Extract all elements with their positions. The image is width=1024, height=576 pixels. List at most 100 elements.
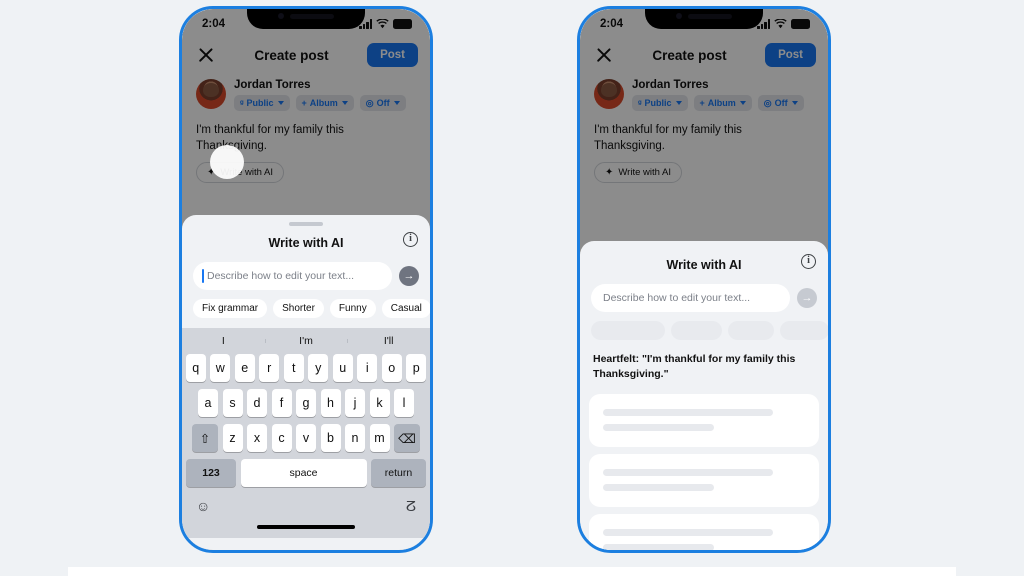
- quick-chip-shorter[interactable]: Shorter: [273, 299, 324, 318]
- numbers-key[interactable]: 123: [186, 459, 236, 487]
- audience-pill-public[interactable]: ᵍ Public: [632, 95, 688, 111]
- author-name: Jordan Torres: [234, 79, 311, 91]
- key-e[interactable]: e: [234, 354, 255, 382]
- audience-pill-label: Public: [644, 98, 672, 108]
- avatar[interactable]: [196, 79, 226, 109]
- write-with-ai-chip[interactable]: ✦ Write with AI: [594, 162, 683, 184]
- battery-icon: [393, 19, 412, 29]
- status-indicators: [359, 19, 412, 29]
- skeleton-bar: [603, 423, 715, 431]
- key-j[interactable]: j: [345, 389, 365, 417]
- key-g[interactable]: g: [296, 389, 316, 417]
- front-camera-icon: [676, 13, 682, 19]
- key-k[interactable]: k: [369, 389, 390, 417]
- write-with-ai-label: Write with AI: [618, 167, 672, 179]
- author-name: Jordan Torres: [632, 79, 709, 91]
- ai-prompt-input[interactable]: Describe how to edit your text...: [591, 284, 790, 312]
- key-t[interactable]: t: [283, 354, 304, 382]
- keyboard-bottom-bar: ☺ ⵒ: [182, 492, 430, 518]
- front-camera-icon: [278, 13, 284, 19]
- emoji-icon[interactable]: ☺: [196, 498, 210, 514]
- shift-icon[interactable]: ⇧: [192, 424, 218, 452]
- close-icon[interactable]: [594, 45, 614, 65]
- key-b[interactable]: b: [320, 424, 341, 452]
- key-h[interactable]: h: [320, 389, 341, 417]
- chevron-down-icon: [675, 101, 682, 105]
- key-z[interactable]: z: [222, 424, 243, 452]
- sheet-title: Write with AI: [666, 258, 742, 272]
- album-pill[interactable]: + Album: [295, 95, 354, 111]
- quick-chip-funny[interactable]: Funny: [329, 299, 376, 318]
- ai-result-text: Heartfelt: "I'm thankful for my family t…: [593, 353, 796, 380]
- album-pill[interactable]: + Album: [693, 95, 752, 111]
- key-c[interactable]: c: [271, 424, 292, 452]
- avatar[interactable]: [594, 79, 624, 109]
- key-v[interactable]: v: [296, 424, 316, 452]
- list-item[interactable]: [589, 393, 819, 447]
- camera-pill[interactable]: ◎ Off: [757, 95, 804, 111]
- prediction-1[interactable]: I: [182, 335, 265, 347]
- globe-icon: ᵍ: [638, 97, 642, 108]
- send-button[interactable]: →: [797, 288, 817, 308]
- camera-pill[interactable]: ◎ Off: [359, 95, 406, 111]
- page-title: Create post: [652, 47, 727, 63]
- wifi-icon: [376, 19, 389, 29]
- quick-action-chips-left: Fix grammar Shorter Funny Casual: [182, 299, 430, 328]
- key-y[interactable]: y: [308, 354, 329, 382]
- backspace-icon[interactable]: ⌫: [394, 424, 420, 452]
- list-item[interactable]: [589, 453, 819, 507]
- space-key[interactable]: space: [240, 459, 367, 487]
- key-m[interactable]: m: [369, 424, 390, 452]
- list-item[interactable]: [589, 513, 819, 550]
- camera-icon: ◎: [365, 97, 374, 108]
- key-n[interactable]: n: [345, 424, 365, 452]
- post-button[interactable]: Post: [367, 43, 418, 67]
- ai-prompt-placeholder: Describe how to edit your text...: [603, 292, 751, 304]
- key-f[interactable]: f: [271, 389, 292, 417]
- key-s[interactable]: s: [222, 389, 243, 417]
- audience-pill-label: Public: [246, 98, 274, 108]
- skeleton-bar: [603, 528, 773, 536]
- audience-pill-public[interactable]: ᵍ Public: [234, 95, 290, 111]
- post-button[interactable]: Post: [765, 43, 816, 67]
- post-text-body[interactable]: I'm thankful for my family this Thanksgi…: [580, 111, 828, 154]
- notch: [247, 9, 365, 29]
- key-r[interactable]: r: [259, 354, 280, 382]
- speaker-icon: [688, 13, 732, 19]
- close-icon[interactable]: [196, 45, 216, 65]
- key-p[interactable]: p: [406, 354, 427, 382]
- send-button[interactable]: →: [399, 266, 419, 286]
- ai-input-row-left: Describe how to edit your text... →: [182, 262, 430, 299]
- return-key[interactable]: return: [371, 459, 426, 487]
- skeleton-bar: [603, 408, 773, 416]
- quick-chip-shorter[interactable]: Shorter: [671, 321, 722, 340]
- prediction-3[interactable]: I'll: [347, 335, 430, 347]
- microphone-icon[interactable]: ⵒ: [405, 498, 416, 515]
- key-q[interactable]: q: [185, 354, 206, 382]
- key-i[interactable]: i: [357, 354, 378, 382]
- key-d[interactable]: d: [247, 389, 267, 417]
- key-w[interactable]: w: [210, 354, 231, 382]
- quick-chip-funny[interactable]: Funny: [727, 321, 774, 340]
- notch: [645, 9, 763, 29]
- prediction-2[interactable]: I'm: [264, 335, 348, 347]
- info-circle-icon[interactable]: i: [801, 254, 816, 269]
- ai-input-row-right: Describe how to edit your text... →: [580, 284, 828, 321]
- key-o[interactable]: o: [381, 354, 402, 382]
- quick-chip-casual[interactable]: Casual: [779, 321, 828, 340]
- quick-chip-fix-grammar[interactable]: Fix grammar: [591, 321, 666, 340]
- key-u[interactable]: u: [332, 354, 353, 382]
- author-row-right: Jordan Torres ᵍ Public + Album ◎ Off: [580, 75, 828, 111]
- key-a[interactable]: a: [198, 389, 218, 417]
- author-details: Jordan Torres ᵍ Public + Album ◎ Off: [632, 79, 814, 111]
- audience-pill-row: ᵍ Public + Album ◎ Off: [632, 95, 814, 111]
- key-l[interactable]: l: [394, 389, 414, 417]
- quick-chip-fix-grammar[interactable]: Fix grammar: [193, 299, 268, 318]
- quick-chip-casual[interactable]: Casual: [381, 299, 430, 318]
- tap-indicator: [210, 145, 244, 179]
- ai-prompt-input[interactable]: Describe how to edit your text...: [193, 262, 392, 290]
- phone-right: 2:04 Create post Post Jordan Torres ᵍ Pu…: [577, 6, 831, 553]
- key-x[interactable]: x: [247, 424, 267, 452]
- compose-navbar-right: Create post Post: [580, 37, 828, 75]
- info-circle-icon[interactable]: i: [403, 232, 418, 247]
